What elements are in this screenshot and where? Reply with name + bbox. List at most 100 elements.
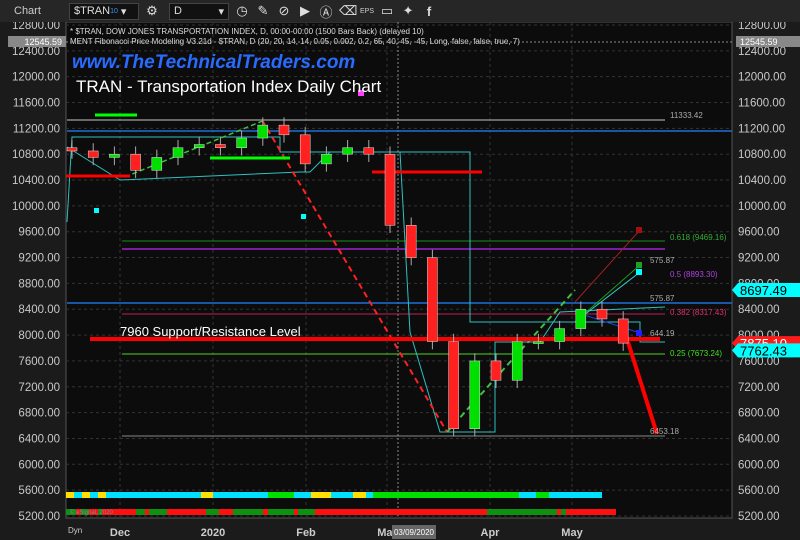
y-tick-left: 9600.00 xyxy=(18,227,60,239)
signal-segment xyxy=(566,509,616,515)
level-bottom-label: 6453.18 xyxy=(650,427,679,436)
candle xyxy=(469,360,481,430)
symbol-badge: 10 xyxy=(110,7,118,15)
y-tick-right: 6800.00 xyxy=(738,408,780,420)
watermark: www.TheTechnicalTraders.com xyxy=(72,52,355,73)
marker-blue xyxy=(636,330,642,336)
symbol-value: $TRAN xyxy=(74,5,111,17)
dyn-label[interactable]: Dyn xyxy=(68,526,82,535)
support-annotation: 7960 Support/Resistance Level xyxy=(120,324,301,339)
signal-segment xyxy=(557,509,561,515)
facebook-icon[interactable]: f xyxy=(421,4,437,19)
candle xyxy=(490,360,502,381)
symbol-settings-icon[interactable]: ⚙ xyxy=(144,3,160,19)
signal-segment xyxy=(201,492,213,498)
signal-segment xyxy=(487,509,557,515)
price-chart[interactable]: 12800.00 12400.00 12000.00 11600.00 11200.00… xyxy=(0,22,800,540)
signal-segment xyxy=(298,509,315,515)
candle xyxy=(215,144,226,148)
candle xyxy=(533,341,544,344)
y-tick-right: 6400.00 xyxy=(738,433,780,445)
y-tick-right: 5200.00 xyxy=(738,511,780,523)
y-tick-left: 6400.00 xyxy=(18,433,60,445)
candle xyxy=(278,124,290,136)
x-tick: 2020 xyxy=(201,527,225,539)
marker-cyan xyxy=(636,269,642,275)
plot-area xyxy=(65,22,733,519)
chart-title: TRAN - Transportation Index Daily Chart xyxy=(76,77,381,96)
price-tag-label: 8697.49 xyxy=(740,283,787,298)
y-tick-right: 10400.00 xyxy=(738,175,786,187)
signal-segment xyxy=(315,509,487,515)
pencil-icon[interactable]: ✎ xyxy=(255,3,271,19)
y-tick-left: 8400.00 xyxy=(18,304,60,316)
y-tick-right: 6000.00 xyxy=(738,459,780,471)
y-tick-right: 9600.00 xyxy=(738,227,780,239)
comment-icon[interactable]: ▭ xyxy=(379,3,395,19)
y-tick-right: 11600.00 xyxy=(738,98,785,110)
signal-segment xyxy=(519,492,536,498)
y-tick-right: 10000.00 xyxy=(738,201,786,213)
y-tick-left: 8000.00 xyxy=(18,330,60,342)
candle xyxy=(511,341,523,381)
fib-25-label: 0.25 (7673.24) xyxy=(670,349,722,358)
distance-label-2: 575.87 xyxy=(650,294,675,303)
x-tick: Apr xyxy=(481,527,501,539)
y-tick-right: 11200.00 xyxy=(738,123,785,135)
candle xyxy=(596,308,608,320)
candle xyxy=(109,153,120,158)
level-top-label: 11333.42 xyxy=(670,111,703,120)
signal-segment xyxy=(145,509,149,515)
price-tag-label: 7762.43 xyxy=(740,343,787,358)
eps-icon[interactable]: EPS xyxy=(360,8,374,15)
interval-clock-icon[interactable]: ◷ xyxy=(234,3,250,19)
y-tick-left: 7200.00 xyxy=(18,382,60,394)
marker-red xyxy=(636,227,642,233)
signal-segment xyxy=(268,509,294,515)
y-tick-left: 10000.00 xyxy=(12,201,60,213)
play-icon[interactable]: ▶ xyxy=(297,3,313,19)
twitter-icon[interactable]: ✦ xyxy=(400,3,416,19)
signal-segment xyxy=(167,509,206,515)
signal-segment xyxy=(98,492,106,498)
y-tick-right: 12400.00 xyxy=(738,46,786,58)
signal-segment xyxy=(536,492,549,498)
signal-segment xyxy=(294,509,298,515)
candle xyxy=(384,153,396,226)
y-tick-left: 11600.00 xyxy=(13,98,60,110)
fib-618-label: 0.618 (9469.16) xyxy=(670,233,727,242)
distance-label-1: 575.87 xyxy=(650,256,675,265)
y-tick-left: 12000.00 xyxy=(12,72,60,84)
signal-segment xyxy=(311,492,331,498)
crosshair-date: 03/09/2020 xyxy=(394,528,435,537)
signal-segment xyxy=(294,492,311,498)
signal-segment xyxy=(74,492,82,498)
y-tick-left: 6800.00 xyxy=(18,408,60,420)
symbol-input[interactable]: $TRAN 10 ▾ xyxy=(69,2,139,20)
indicator-icon[interactable]: ⊘ xyxy=(276,3,292,19)
marker-cyan-feb xyxy=(301,214,306,219)
signal-segment xyxy=(149,509,167,515)
interval-select[interactable]: D ▾ xyxy=(169,2,229,20)
candle xyxy=(257,124,269,139)
candle xyxy=(87,150,99,158)
candle xyxy=(66,147,78,152)
candle xyxy=(151,157,163,171)
candle xyxy=(321,153,332,165)
y-tick-left: 5200.00 xyxy=(18,511,60,523)
y-tick-right: 8400.00 xyxy=(738,304,780,316)
eraser-icon[interactable]: ⌫ xyxy=(339,3,357,19)
candle xyxy=(448,341,459,430)
marker-green xyxy=(636,262,642,268)
y-tick-right: 12800.00 xyxy=(738,22,786,32)
signal-segment xyxy=(213,492,268,498)
interval-value: D xyxy=(174,5,182,17)
candle xyxy=(617,318,629,344)
candle xyxy=(427,257,438,342)
signal-segment xyxy=(549,492,602,498)
alert-icon[interactable]: Ⓐ xyxy=(318,2,334,21)
crosshair-price-left: 12545.59 xyxy=(24,37,62,47)
signal-segment xyxy=(331,492,353,498)
toolbar: Chart $TRAN 10 ▾ ⚙ D ▾ ◷ ✎ ⊘ ▶ Ⓐ ⌫ EPS ▭ ✦… xyxy=(0,0,800,22)
fib-5-label: 0.5 (8893.30) xyxy=(670,270,718,279)
